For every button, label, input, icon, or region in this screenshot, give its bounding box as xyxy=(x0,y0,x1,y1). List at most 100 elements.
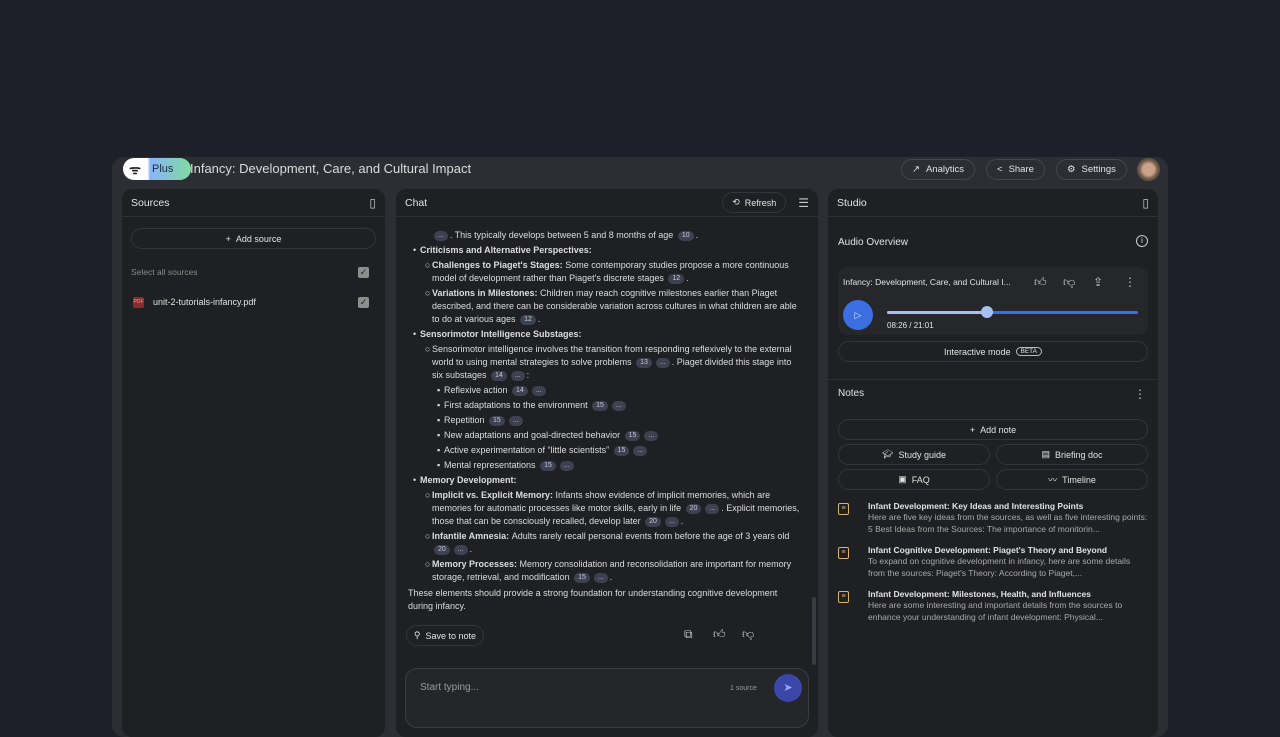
bullet: ▪ xyxy=(437,445,441,455)
thumbs-down-icon[interactable]: 👎︎ xyxy=(742,627,754,642)
citation-more-chip[interactable]: ... xyxy=(434,231,448,241)
source-item[interactable]: PDF unit-2-tutorials-infancy.pdf ✓ xyxy=(131,296,376,310)
source-checkbox[interactable]: ✓ xyxy=(358,297,369,308)
citation-chip[interactable]: 20 xyxy=(685,504,702,514)
citation-chip[interactable]: 15 xyxy=(574,573,590,583)
bold-text: Variations in Milestones: xyxy=(432,288,541,298)
note-item[interactable]: ≡ Infant Cognitive Development: Piaget's … xyxy=(838,545,1148,579)
notebook-title[interactable]: Infancy: Development, Care, and Cultural… xyxy=(190,161,471,176)
citation-more-chip[interactable]: ... xyxy=(559,461,574,471)
briefing-doc-button[interactable]: ▤ Briefing doc xyxy=(996,444,1148,465)
source-count: 1 source xyxy=(730,685,757,692)
add-source-button[interactable]: + Add source xyxy=(131,228,376,249)
chat-input[interactable]: Start typing... xyxy=(420,682,479,693)
audio-scrubber[interactable] xyxy=(981,306,994,318)
citation-more-chip[interactable]: ... xyxy=(593,573,608,583)
notes-title: Notes xyxy=(838,388,865,399)
citation-chip[interactable]: 14 xyxy=(491,371,507,381)
copy-icon[interactable]: ⧉ xyxy=(684,627,693,642)
gear-icon: ⚙ xyxy=(1067,164,1076,175)
avatar[interactable] xyxy=(1137,158,1160,181)
text: Reflexive action xyxy=(444,385,511,395)
citation-more-chip[interactable]: ... xyxy=(508,416,523,426)
citation-more-chip[interactable]: ... xyxy=(644,431,659,441)
thumbs-up-icon[interactable]: 👍︎ xyxy=(713,627,726,642)
save-to-note-button[interactable]: ⚲ Save to note xyxy=(406,625,484,646)
citation-more-chip[interactable]: ... xyxy=(453,545,468,555)
chat-list-item: ○ Implicit vs. Explicit Memory: Infants s… xyxy=(408,489,804,528)
text: . xyxy=(686,273,689,283)
share-button[interactable]: < Share xyxy=(986,159,1045,180)
citation-more-chip[interactable]: ... xyxy=(611,401,626,411)
citation-chip[interactable]: 15 xyxy=(592,401,608,411)
note-title: Infant Cognitive Development: Piaget's T… xyxy=(868,545,1108,555)
bullet: • xyxy=(413,245,417,255)
bold-text: Criticisms and Alternative Perspectives: xyxy=(420,245,592,255)
interactive-mode-button[interactable]: Interactive mode BETA xyxy=(838,341,1148,362)
audio-time: 08:26 / 21:01 xyxy=(887,321,934,330)
bullet: ○ xyxy=(425,344,431,354)
refresh-button[interactable]: ⟲ Refresh xyxy=(722,192,787,213)
chat-input-box[interactable]: Start typing... 1 source ➤ xyxy=(405,668,809,728)
citation-more-chip[interactable]: ... xyxy=(510,371,525,381)
logo[interactable]: ᯤ Plus xyxy=(123,158,191,180)
thumbs-down-icon[interactable]: 👎︎ xyxy=(1063,275,1075,290)
citation-chip[interactable]: 15 xyxy=(540,461,556,471)
add-note-button[interactable]: + Add note xyxy=(838,419,1148,440)
more-icon[interactable]: ⋮ xyxy=(1124,275,1136,289)
bullet: ▪ xyxy=(437,460,441,470)
text: . xyxy=(469,544,473,554)
note-item[interactable]: ≡ Infant Development: Key Ideas and Inter… xyxy=(838,501,1148,535)
text: Mental representations xyxy=(444,460,539,470)
info-icon[interactable]: i xyxy=(1136,235,1148,247)
collapse-panel-icon[interactable]: ▯ xyxy=(1142,196,1149,210)
citation-chip[interactable]: 12 xyxy=(668,274,685,284)
pdf-icon: PDF xyxy=(133,297,144,308)
audio-progress-bar[interactable] xyxy=(887,306,1138,318)
timeline-icon: 〰 xyxy=(1048,475,1058,485)
scrollbar[interactable] xyxy=(812,597,816,665)
citation-more-chip[interactable]: ... xyxy=(664,517,679,527)
citation-chip[interactable]: 10 xyxy=(677,231,694,241)
faq-label: FAQ xyxy=(911,474,930,485)
select-all-checkbox[interactable]: ✓ xyxy=(358,267,369,278)
citation-more-chip[interactable]: ... xyxy=(531,386,546,396)
citation-chip[interactable]: 14 xyxy=(512,386,528,396)
more-icon[interactable]: ⋮ xyxy=(1134,387,1146,401)
note-title: Infant Development: Milestones, Health, … xyxy=(868,589,1091,599)
faq-button[interactable]: ▣ FAQ xyxy=(838,469,990,490)
settings-button[interactable]: ⚙ Settings xyxy=(1056,159,1127,180)
bullet: ▪ xyxy=(437,415,441,425)
thumbs-up-icon[interactable]: 👍︎ xyxy=(1034,275,1047,290)
plus-icon: + xyxy=(225,233,231,244)
send-button[interactable]: ➤ xyxy=(774,674,802,702)
citation-chip[interactable]: 15 xyxy=(489,416,505,426)
citation-chip[interactable]: 15 xyxy=(624,431,641,441)
citation-chip[interactable]: 20 xyxy=(434,545,450,555)
text: Active experimentation of “little scient… xyxy=(444,445,612,455)
analytics-button[interactable]: ↗ Analytics xyxy=(901,159,975,180)
citation-more-chip[interactable]: ... xyxy=(705,504,720,514)
share-label: Share xyxy=(1008,164,1034,175)
play-button[interactable]: ▷ xyxy=(843,300,873,330)
share-icon[interactable]: ⇪ xyxy=(1093,275,1103,289)
citation-chip[interactable]: 15 xyxy=(613,446,630,456)
top-bar: ᯤ Plus Infancy: Development, Care, and Cu… xyxy=(112,157,1168,189)
study-guide-button[interactable]: 🎓︎ Study guide xyxy=(838,444,990,465)
collapse-panel-icon[interactable]: ▯ xyxy=(369,196,376,210)
audio-progress-fill xyxy=(887,311,988,314)
settings-label: Settings xyxy=(1081,164,1116,175)
citation-chip[interactable]: 12 xyxy=(520,315,536,325)
citation-more-chip[interactable]: ... xyxy=(655,358,670,368)
citation-chip[interactable]: 13 xyxy=(636,358,652,368)
note-item[interactable]: ≡ Infant Development: Milestones, Health,… xyxy=(838,589,1148,623)
citation-more-chip[interactable]: ... xyxy=(633,446,648,456)
bullet: ▪ xyxy=(437,430,441,440)
tune-icon[interactable]: ☰ xyxy=(798,196,809,210)
interactive-mode-label: Interactive mode xyxy=(943,346,1011,357)
bullet: ○ xyxy=(425,531,431,541)
timeline-button[interactable]: 〰 Timeline xyxy=(996,469,1148,490)
audio-name: Infancy: Development, Care, and Cultural… xyxy=(843,277,1011,287)
text: . xyxy=(695,230,699,240)
citation-chip[interactable]: 20 xyxy=(645,517,661,527)
